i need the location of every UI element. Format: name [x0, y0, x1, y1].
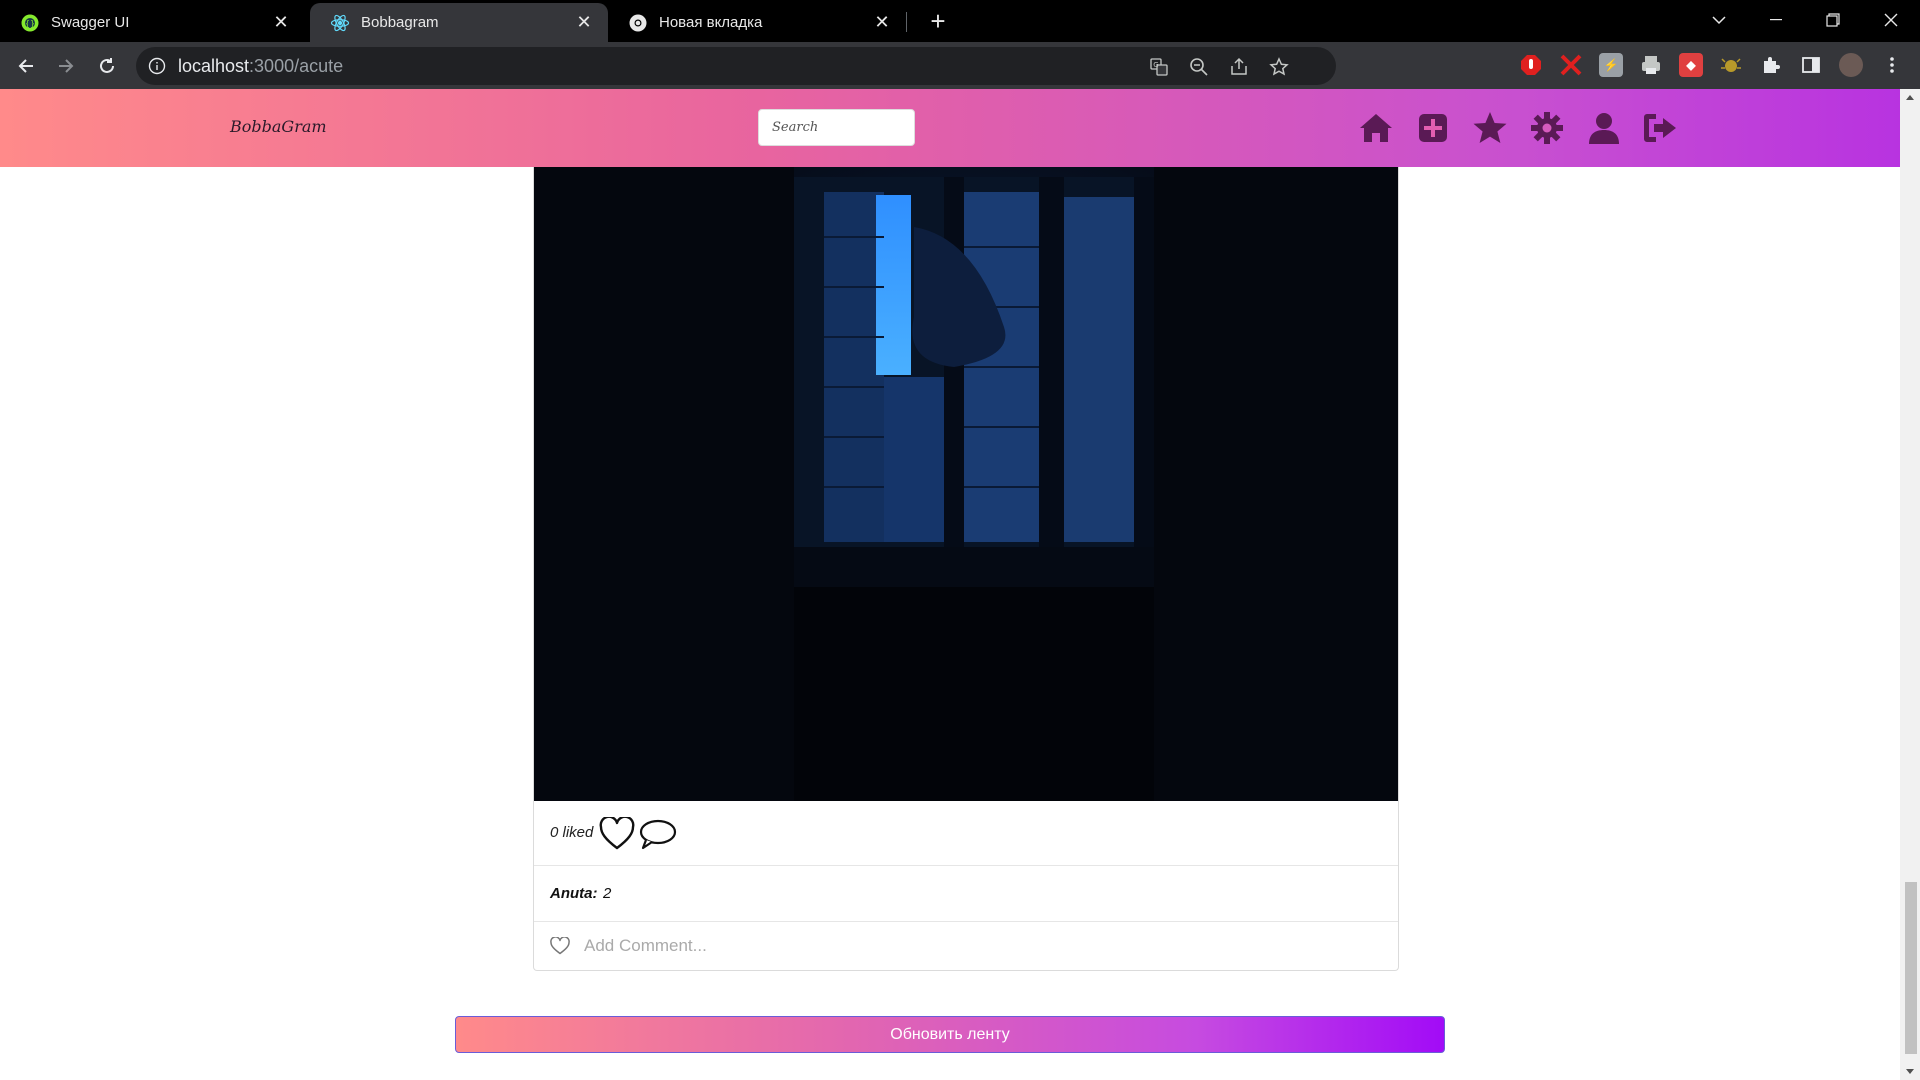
comment-heart-icon[interactable] [550, 936, 570, 960]
url-path: :3000/acute [249, 56, 344, 76]
home-icon[interactable] [1357, 109, 1395, 147]
comment-row [534, 923, 1398, 970]
swagger-icon: {} [20, 13, 40, 33]
close-window-button[interactable] [1868, 0, 1914, 40]
close-tab-icon[interactable]: ✕ [271, 12, 291, 32]
zoom-icon[interactable] [1188, 56, 1210, 78]
extensions-puzzle-icon[interactable] [1759, 53, 1783, 77]
comment-bubble-icon[interactable] [639, 817, 677, 851]
refresh-feed-button[interactable]: Обновить ленту [455, 1016, 1445, 1053]
extension-printer-icon[interactable] [1639, 53, 1663, 77]
page-viewport: 0 liked Anuta: 2 BobbaGram [0, 89, 1920, 1080]
scroll-thumb[interactable] [1905, 882, 1917, 1054]
side-panel-icon[interactable] [1799, 53, 1823, 77]
url-text: localhost:3000/acute [178, 56, 343, 77]
extension-grey-icon[interactable]: ⚡ [1599, 53, 1623, 77]
close-tab-icon[interactable]: ✕ [574, 12, 594, 32]
browser-toolbar: localhost:3000/acute G ⚡ ◆ [0, 42, 1920, 89]
caption-author[interactable]: Anuta: [550, 885, 598, 902]
extension-red-icon[interactable]: ◆ [1679, 53, 1703, 77]
extension-bug-icon[interactable] [1719, 53, 1743, 77]
restore-button[interactable] [1810, 0, 1856, 40]
post-actions: 0 liked [534, 801, 1398, 866]
tab-title: Новая вкладка [659, 14, 763, 31]
chrome-icon [628, 13, 648, 33]
site-info-icon[interactable] [148, 57, 166, 80]
url-host: localhost [178, 56, 250, 76]
app-header: BobbaGram [0, 89, 1900, 167]
translate-icon[interactable]: G [1148, 56, 1170, 78]
svg-text:{}: {} [25, 19, 35, 28]
extension-x-icon[interactable] [1559, 53, 1583, 77]
back-button[interactable] [10, 50, 42, 82]
share-icon[interactable] [1228, 56, 1250, 78]
post-image [534, 167, 1398, 801]
profile-user-icon[interactable] [1585, 109, 1623, 147]
likes-count: 0 liked [550, 824, 594, 841]
new-tab-button[interactable]: + [924, 8, 952, 36]
svg-text:G: G [1153, 61, 1158, 69]
scroll-down-icon[interactable] [1906, 1069, 1914, 1074]
like-heart-icon[interactable] [599, 815, 635, 851]
tab-swagger[interactable]: {} Swagger UI ✕ [0, 3, 305, 42]
tab-separator [906, 12, 907, 32]
address-bar[interactable]: localhost:3000/acute G [136, 47, 1336, 85]
forward-button[interactable] [50, 50, 82, 82]
reload-button[interactable] [91, 50, 123, 82]
post-card: 0 liked Anuta: 2 [533, 89, 1399, 971]
logout-icon[interactable] [1642, 109, 1680, 147]
tab-title: Swagger UI [51, 14, 130, 31]
page-scrollbar[interactable] [1900, 89, 1920, 1080]
scroll-up-icon[interactable] [1906, 95, 1914, 100]
tab-bobbagram[interactable]: Bobbagram ✕ [310, 3, 608, 42]
adblock-extension-icon[interactable] [1519, 53, 1543, 77]
app-logo[interactable]: BobbaGram [230, 117, 327, 136]
react-icon [330, 13, 350, 33]
close-tab-icon[interactable]: ✕ [872, 12, 892, 32]
tab-search-icon[interactable] [1696, 0, 1742, 40]
search-input[interactable] [758, 109, 915, 146]
browser-menu-icon[interactable] [1880, 53, 1904, 77]
post-caption: Anuta: 2 [534, 867, 1398, 922]
tab-new[interactable]: Новая вкладка ✕ [608, 3, 906, 42]
tab-title: Bobbagram [361, 14, 439, 31]
add-post-icon[interactable] [1414, 109, 1452, 147]
tab-strip: {} Swagger UI ✕ Bobbagram ✕ Новая вкладк… [0, 0, 1920, 42]
bookmark-star-icon[interactable] [1268, 56, 1290, 78]
star-icon[interactable] [1471, 109, 1509, 147]
profile-avatar[interactable] [1839, 53, 1863, 77]
settings-gear-icon[interactable] [1528, 109, 1566, 147]
caption-text: 2 [603, 885, 612, 902]
add-comment-input[interactable] [584, 931, 1364, 961]
minimize-button[interactable] [1753, 0, 1799, 40]
